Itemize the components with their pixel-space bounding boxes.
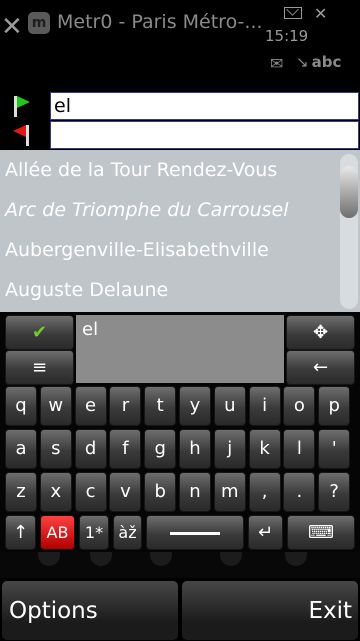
key-r[interactable]: r [109,386,142,426]
clock: 15:19 [265,27,309,45]
scrollbar-thumb[interactable] [340,166,358,218]
status-bar: ✕ m Metr0 - Paris Métro-... ✕ 15:19 ✉ ab… [0,0,360,92]
key-u[interactable]: u [213,386,246,426]
station-item[interactable]: Arc de Triomphe du Carrousel [0,190,360,230]
app-title: Metr0 - Paris Métro-... [57,11,262,33]
key-o[interactable]: o [283,386,316,426]
key-w[interactable]: w [39,386,72,426]
move-key[interactable]: ✥ [286,315,355,350]
backspace-key[interactable]: ← [286,350,355,385]
from-station-input[interactable]: el [50,92,359,120]
key-s[interactable]: s [39,429,72,469]
toolbar-remnant [0,552,360,578]
key-t[interactable]: t [144,386,177,426]
key-symbol[interactable]: ? [318,472,351,512]
mail-icon [284,7,302,19]
space-key[interactable] [146,515,244,550]
key-f[interactable]: f [109,429,142,469]
key-e[interactable]: e [74,386,107,426]
key-c[interactable]: c [74,472,107,512]
toolbar-icon [285,552,307,566]
key-b[interactable]: b [144,472,177,512]
virtual-keyboard: ✔ ≡ el ✥ ← qwertyuiop a s d f g h j k l ' zxcvbnm… [0,312,360,552]
key-symbol[interactable]: . [283,472,316,512]
input-mode-indicator: abc [296,53,342,71]
key-a[interactable]: a [5,429,37,469]
key-y[interactable]: y [179,386,211,426]
options-button[interactable]: Options [2,581,178,640]
key-m[interactable]: m [213,472,246,512]
station-item[interactable]: Aubergenville-Elisabethville [0,230,360,270]
enter-key[interactable]: ↵ [248,515,283,550]
key-h[interactable]: h [179,429,211,469]
to-station-input[interactable] [50,121,359,149]
accents-key[interactable]: àž [113,515,142,550]
app-icon: m [28,12,50,34]
confirm-key[interactable]: ✔ [5,315,74,350]
key-k[interactable]: k [248,429,281,469]
key-n[interactable]: n [179,472,211,512]
toolbar-icon [150,552,172,566]
key-d[interactable]: d [74,429,107,469]
case-key[interactable]: AB [40,515,75,550]
key-symbol[interactable]: , [248,472,281,512]
key-j[interactable]: j [213,429,246,469]
destination-flag-icon [13,125,29,146]
key-p[interactable]: p [318,386,351,426]
key-x[interactable]: x [39,472,72,512]
signal-icon: ✕ [314,4,328,23]
station-item[interactable]: Allée de la Tour Rendez-Vous [0,150,360,190]
station-results-list: Allée de la Tour Rendez-Vous Arc de Trio… [0,150,360,315]
key-v[interactable]: v [109,472,142,512]
scrollbar[interactable] [340,154,358,309]
softkey-bar: Options Exit [0,578,360,640]
toolbar-icon [90,552,112,566]
key-z[interactable]: z [5,472,37,512]
key-symbol[interactable]: ' [318,429,351,469]
from-row: el [0,92,360,120]
to-row [0,121,360,149]
key-i[interactable]: i [248,386,281,426]
input-preview: el [76,315,284,383]
exit-button[interactable]: Exit [182,581,358,640]
key-g[interactable]: g [144,429,177,469]
key-l[interactable]: l [283,429,316,469]
envelope-icon: ✉ [270,54,284,73]
station-item[interactable]: Auguste Delaune [0,270,360,310]
toolbar-icon [38,552,60,566]
shift-key[interactable]: ↑ [5,515,36,550]
layout-key[interactable]: ⌨ [287,515,355,550]
menu-key[interactable]: ≡ [5,350,74,385]
numbers-key[interactable]: 1* [79,515,109,550]
toolbar-icon [220,552,242,566]
close-icon[interactable]: ✕ [1,14,23,40]
start-flag-icon [14,96,30,117]
key-q[interactable]: q [5,386,37,426]
